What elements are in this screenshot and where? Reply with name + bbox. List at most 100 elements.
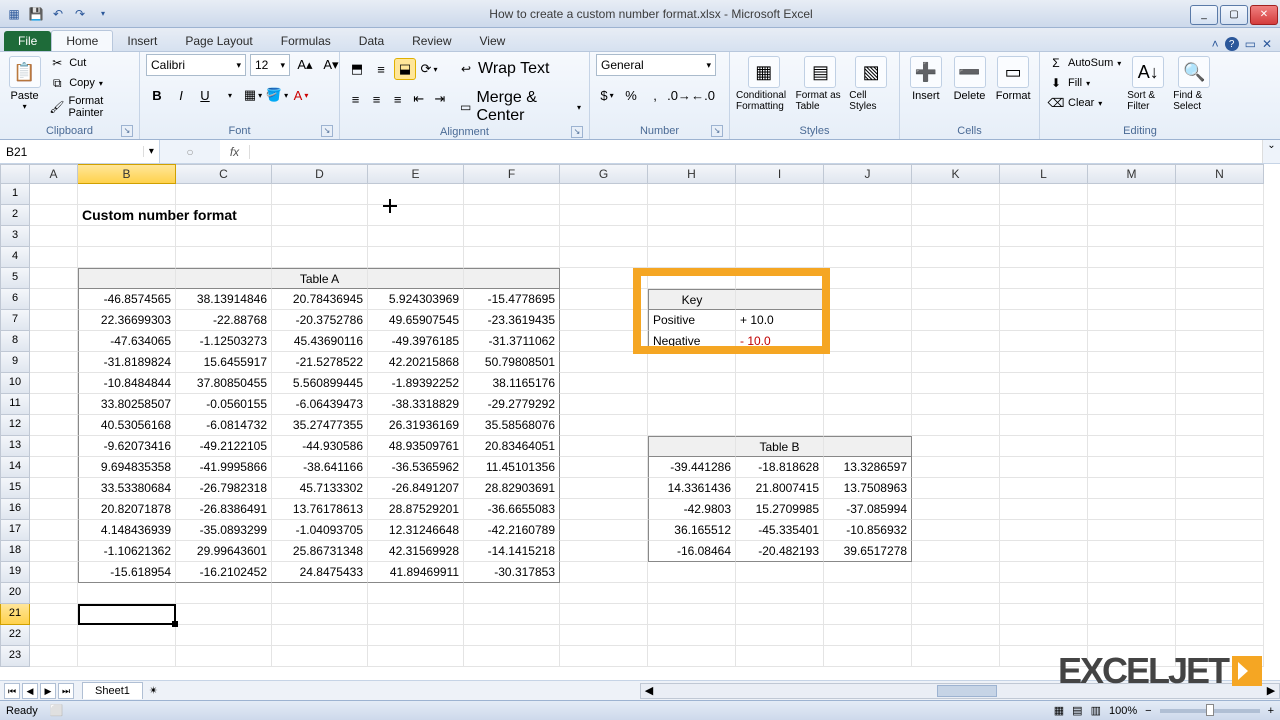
cell[interactable] — [824, 184, 912, 205]
cell[interactable] — [464, 226, 560, 247]
row-header[interactable]: 14 — [0, 457, 30, 478]
find-select-button[interactable]: 🔍Find & Select — [1173, 54, 1215, 112]
tab-review[interactable]: Review — [398, 31, 465, 51]
cell[interactable] — [736, 646, 824, 667]
cell[interactable] — [1088, 289, 1176, 310]
cell[interactable] — [1176, 352, 1264, 373]
cell[interactable] — [464, 184, 560, 205]
sheet-nav-first-icon[interactable]: ⏮ — [4, 683, 20, 699]
cell[interactable] — [736, 205, 824, 226]
cell[interactable]: -10.8484844 — [78, 373, 176, 394]
cell[interactable] — [824, 352, 912, 373]
cell[interactable] — [1000, 394, 1088, 415]
cell[interactable] — [30, 289, 78, 310]
cell[interactable]: -10.856932 — [824, 520, 912, 541]
zoom-slider[interactable] — [1160, 709, 1260, 713]
cell[interactable]: Custom number format — [78, 205, 176, 226]
cell[interactable]: -15.4778695 — [464, 289, 560, 310]
cell[interactable]: 35.27477355 — [272, 415, 368, 436]
font-launcher[interactable]: ↘ — [321, 125, 333, 137]
cell[interactable]: 42.20215868 — [368, 352, 464, 373]
zoom-out-icon[interactable]: − — [1145, 705, 1151, 717]
cell[interactable] — [824, 205, 912, 226]
insert-function-button[interactable]: fx — [220, 145, 250, 159]
cell[interactable] — [176, 625, 272, 646]
cell[interactable] — [30, 205, 78, 226]
cell[interactable] — [824, 625, 912, 646]
cell[interactable]: 37.80850455 — [176, 373, 272, 394]
cell[interactable] — [912, 541, 1000, 562]
cell[interactable] — [30, 604, 78, 625]
cell[interactable]: -26.8386491 — [176, 499, 272, 520]
cell[interactable] — [464, 625, 560, 646]
cell[interactable] — [1176, 415, 1264, 436]
cell[interactable] — [648, 562, 736, 583]
merge-center-button[interactable]: ▭Merge & Center▾ — [457, 88, 583, 126]
cell[interactable]: -1.10621362 — [78, 541, 176, 562]
cell[interactable] — [736, 583, 824, 604]
row-header[interactable]: 4 — [0, 247, 30, 268]
sheet-nav-last-icon[interactable]: ⏭ — [58, 683, 74, 699]
cell[interactable]: 24.8475433 — [272, 562, 368, 583]
cell[interactable] — [912, 625, 1000, 646]
format-cells-button[interactable]: ▭Format — [993, 54, 1033, 102]
format-as-table-button[interactable]: ▤Format as Table — [796, 54, 846, 112]
expand-formula-bar-icon[interactable]: ⌄ — [1262, 140, 1280, 163]
cell[interactable] — [78, 268, 176, 289]
fill-button[interactable]: ⬇Fill▾ — [1046, 74, 1123, 92]
autosum-button[interactable]: ΣAutoSum▾ — [1046, 54, 1123, 72]
row-header[interactable]: 6 — [0, 289, 30, 310]
cell[interactable] — [1088, 352, 1176, 373]
cell[interactable] — [560, 499, 648, 520]
tab-page-layout[interactable]: Page Layout — [171, 31, 266, 51]
name-box-dropdown-icon[interactable]: ▾ — [143, 146, 159, 157]
cell[interactable]: 45.43690116 — [272, 331, 368, 352]
cell[interactable] — [560, 646, 648, 667]
cell[interactable] — [1176, 583, 1264, 604]
cell[interactable] — [1000, 184, 1088, 205]
cell[interactable] — [78, 226, 176, 247]
cell[interactable]: 48.93509761 — [368, 436, 464, 457]
cell[interactable]: 13.76178613 — [272, 499, 368, 520]
sheet-nav-prev-icon[interactable]: ◀ — [22, 683, 38, 699]
cell[interactable] — [736, 604, 824, 625]
cell[interactable]: -23.3619435 — [464, 310, 560, 331]
cell[interactable] — [1000, 583, 1088, 604]
cell[interactable] — [1000, 331, 1088, 352]
row-header[interactable]: 7 — [0, 310, 30, 331]
cell[interactable]: 12.31246648 — [368, 520, 464, 541]
cell[interactable] — [272, 226, 368, 247]
cell[interactable]: -41.9995866 — [176, 457, 272, 478]
cell[interactable]: -1.89392252 — [368, 373, 464, 394]
align-left-icon[interactable]: ≡ — [346, 88, 365, 110]
cell[interactable] — [912, 310, 1000, 331]
cell[interactable]: 39.6517278 — [824, 541, 912, 562]
cell[interactable] — [78, 247, 176, 268]
help-icon[interactable]: ? — [1225, 37, 1239, 51]
copy-button[interactable]: ⧉Copy▾ — [47, 74, 133, 92]
cell[interactable] — [30, 541, 78, 562]
cell[interactable]: 38.1165176 — [464, 373, 560, 394]
row-header[interactable]: 16 — [0, 499, 30, 520]
cell[interactable] — [272, 646, 368, 667]
cell[interactable]: -36.6655083 — [464, 499, 560, 520]
cell[interactable]: 13.7508963 — [824, 478, 912, 499]
cell[interactable] — [30, 331, 78, 352]
col-header[interactable]: E — [368, 164, 464, 184]
cell[interactable] — [824, 562, 912, 583]
macro-record-icon[interactable]: ⬜ — [50, 704, 64, 717]
cell[interactable] — [824, 310, 912, 331]
cell[interactable] — [824, 268, 912, 289]
align-top-icon[interactable]: ⬒ — [346, 58, 368, 80]
col-header[interactable]: N — [1176, 164, 1264, 184]
cell[interactable] — [736, 562, 824, 583]
cell[interactable]: -49.2122105 — [176, 436, 272, 457]
cell[interactable]: 20.82071878 — [78, 499, 176, 520]
cell[interactable] — [912, 415, 1000, 436]
align-right-icon[interactable]: ≡ — [388, 88, 407, 110]
undo-icon[interactable]: ↶ — [48, 4, 68, 24]
cell[interactable] — [824, 604, 912, 625]
row-header[interactable]: 13 — [0, 436, 30, 457]
cell[interactable] — [1176, 373, 1264, 394]
cell[interactable] — [30, 184, 78, 205]
